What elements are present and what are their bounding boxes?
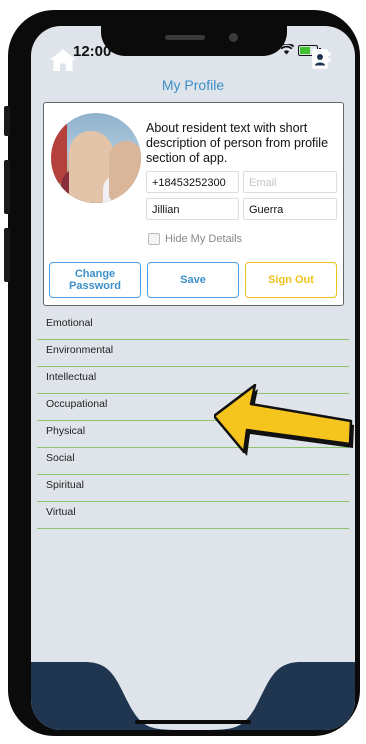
page-title: My Profile xyxy=(161,77,225,93)
change-password-label: Change Password xyxy=(69,268,121,292)
list-item-virtual[interactable]: Virtual xyxy=(37,502,349,529)
save-button[interactable]: Save xyxy=(147,262,239,298)
mute-switch xyxy=(4,106,10,136)
phone-field[interactable]: +18453252300 xyxy=(146,171,239,193)
first-name-field[interactable]: Jillian xyxy=(146,198,239,220)
last-name-field[interactable]: Guerra xyxy=(243,198,337,220)
list-item-emotional[interactable]: Emotional xyxy=(37,313,349,340)
list-item-spiritual[interactable]: Spiritual xyxy=(37,475,349,502)
about-text: About resident text with short descripti… xyxy=(146,121,329,165)
home-indicator xyxy=(135,720,251,724)
hide-details-checkbox[interactable] xyxy=(148,233,160,245)
hide-details-label: Hide My Details xyxy=(165,233,243,245)
hide-details-row[interactable]: Hide My Details xyxy=(148,233,242,245)
notch xyxy=(101,26,287,56)
volume-up-button xyxy=(4,160,10,214)
save-label: Save xyxy=(180,274,206,286)
volume-down-button xyxy=(4,228,10,282)
change-password-button[interactable]: Change Password xyxy=(49,262,141,298)
email-field[interactable]: Email xyxy=(243,171,337,193)
app-screen: 12:00 My Profile About resident text wit… xyxy=(31,26,355,730)
sign-out-label: Sign Out xyxy=(268,274,314,286)
home-icon[interactable] xyxy=(49,48,77,72)
avatar[interactable] xyxy=(51,113,141,203)
contact-book-icon[interactable] xyxy=(311,48,331,70)
profile-card: About resident text with short descripti… xyxy=(43,102,344,306)
sign-out-button[interactable]: Sign Out xyxy=(245,262,337,298)
pointer-arrow-icon xyxy=(214,384,354,456)
list-item-environmental[interactable]: Environmental xyxy=(37,340,349,367)
